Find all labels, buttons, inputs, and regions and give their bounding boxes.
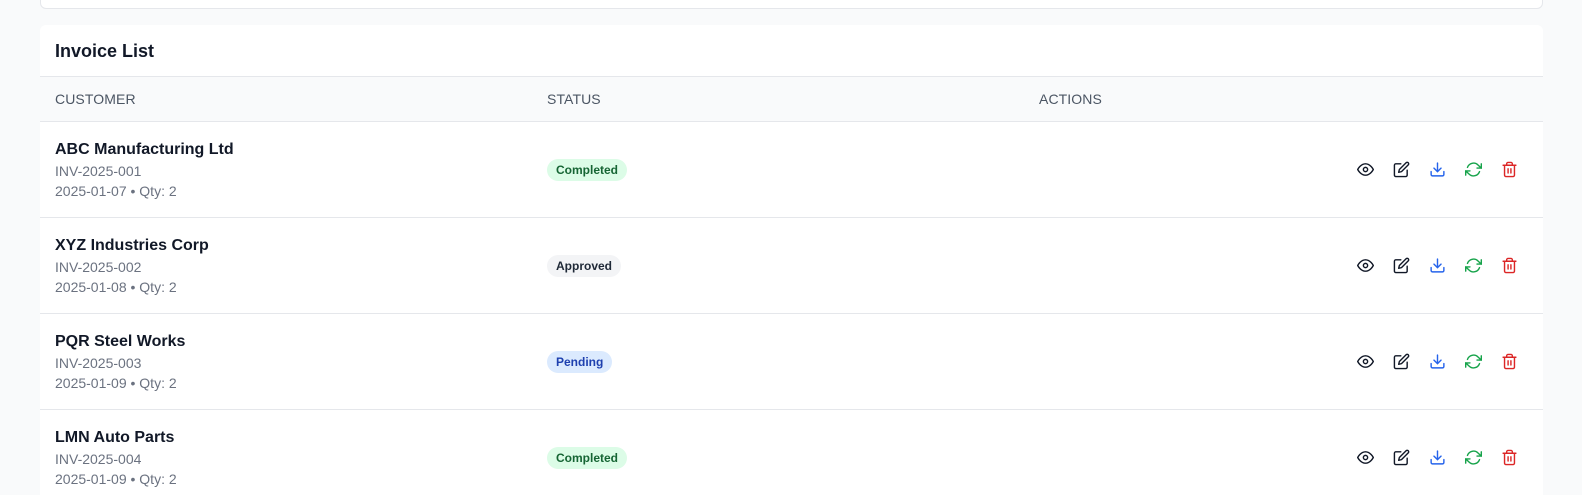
column-header-status: STATUS bbox=[547, 91, 601, 107]
refresh-button[interactable] bbox=[1463, 256, 1483, 276]
download-button[interactable] bbox=[1427, 256, 1447, 276]
status-cell: Completed bbox=[532, 158, 1024, 181]
edit-icon bbox=[1393, 353, 1410, 370]
refresh-icon bbox=[1464, 161, 1482, 178]
customer-cell: PQR Steel Works INV-2025-003 2025-01-09 • … bbox=[40, 331, 532, 393]
status-badge: Pending bbox=[547, 350, 613, 373]
status-cell: Approved bbox=[532, 254, 1024, 277]
customer-name: XYZ Industries Corp bbox=[55, 236, 209, 254]
download-button[interactable] bbox=[1427, 352, 1447, 372]
table-row: LMN Auto Parts INV-2025-004 2025-01-09 • Q… bbox=[40, 410, 1543, 495]
edit-button[interactable] bbox=[1391, 448, 1411, 468]
view-button[interactable] bbox=[1355, 352, 1375, 372]
customer-name: PQR Steel Works bbox=[55, 332, 186, 350]
invoice-meta: 2025-01-07 • Qty: 2 bbox=[55, 182, 177, 199]
eye-icon bbox=[1356, 353, 1374, 370]
customer-cell: XYZ Industries Corp INV-2025-002 2025-01-0… bbox=[40, 235, 532, 297]
trash-icon bbox=[1501, 353, 1518, 370]
customer-name: LMN Auto Parts bbox=[55, 428, 175, 446]
delete-button[interactable] bbox=[1499, 160, 1519, 180]
status-cell: Pending bbox=[532, 350, 1024, 373]
refresh-icon bbox=[1464, 257, 1482, 274]
table-row: PQR Steel Works INV-2025-003 2025-01-09 • … bbox=[40, 314, 1543, 410]
invoice-number: INV-2025-002 bbox=[55, 258, 142, 275]
actions-cell bbox=[1024, 256, 1543, 276]
table-header: CUSTOMER STATUS ACTIONS bbox=[40, 77, 1543, 122]
eye-icon bbox=[1356, 449, 1374, 466]
column-header-customer: CUSTOMER bbox=[55, 91, 136, 107]
download-icon bbox=[1429, 449, 1446, 466]
view-button[interactable] bbox=[1355, 448, 1375, 468]
refresh-icon bbox=[1464, 353, 1482, 370]
invoice-meta: 2025-01-08 • Qty: 2 bbox=[55, 278, 177, 295]
refresh-button[interactable] bbox=[1463, 448, 1483, 468]
edit-icon bbox=[1393, 257, 1410, 274]
actions-cell bbox=[1024, 352, 1543, 372]
invoice-list-panel: Invoice List CUSTOMER STATUS ACTIONS ABC… bbox=[40, 25, 1543, 495]
edit-icon bbox=[1393, 161, 1410, 178]
status-cell: Completed bbox=[532, 446, 1024, 469]
invoice-number: INV-2025-003 bbox=[55, 354, 142, 371]
refresh-button[interactable] bbox=[1463, 160, 1483, 180]
delete-button[interactable] bbox=[1499, 256, 1519, 276]
customer-cell: ABC Manufacturing Ltd INV-2025-001 2025-01… bbox=[40, 139, 532, 201]
edit-button[interactable] bbox=[1391, 256, 1411, 276]
invoice-number: INV-2025-001 bbox=[55, 162, 142, 179]
download-button[interactable] bbox=[1427, 448, 1447, 468]
status-badge: Approved bbox=[547, 254, 622, 277]
table-row: ABC Manufacturing Ltd INV-2025-001 2025-01… bbox=[40, 122, 1543, 218]
panel-header: Invoice List bbox=[40, 25, 1543, 77]
status-badge: Completed bbox=[547, 446, 628, 469]
view-button[interactable] bbox=[1355, 256, 1375, 276]
table-body: ABC Manufacturing Ltd INV-2025-001 2025-01… bbox=[40, 122, 1543, 495]
customer-cell: LMN Auto Parts INV-2025-004 2025-01-09 • Q… bbox=[40, 427, 532, 489]
trash-icon bbox=[1501, 449, 1518, 466]
invoice-meta: 2025-01-09 • Qty: 2 bbox=[55, 374, 177, 391]
download-icon bbox=[1429, 257, 1446, 274]
delete-button[interactable] bbox=[1499, 448, 1519, 468]
edit-icon bbox=[1393, 449, 1410, 466]
download-icon bbox=[1429, 161, 1446, 178]
eye-icon bbox=[1356, 161, 1374, 178]
download-icon bbox=[1429, 353, 1446, 370]
trash-icon bbox=[1501, 257, 1518, 274]
edit-button[interactable] bbox=[1391, 352, 1411, 372]
refresh-button[interactable] bbox=[1463, 352, 1483, 372]
filter-card bbox=[40, 0, 1543, 9]
edit-button[interactable] bbox=[1391, 160, 1411, 180]
column-header-actions: ACTIONS bbox=[1039, 91, 1102, 107]
actions-cell bbox=[1024, 160, 1543, 180]
table-row: XYZ Industries Corp INV-2025-002 2025-01-0… bbox=[40, 218, 1543, 314]
actions-cell bbox=[1024, 448, 1543, 468]
invoice-number: INV-2025-004 bbox=[55, 450, 142, 467]
download-button[interactable] bbox=[1427, 160, 1447, 180]
view-button[interactable] bbox=[1355, 160, 1375, 180]
invoice-meta: 2025-01-09 • Qty: 2 bbox=[55, 470, 177, 487]
page-title: Invoice List bbox=[55, 41, 155, 61]
trash-icon bbox=[1501, 161, 1518, 178]
status-badge: Completed bbox=[547, 158, 628, 181]
eye-icon bbox=[1356, 257, 1374, 274]
refresh-icon bbox=[1464, 449, 1482, 466]
customer-name: ABC Manufacturing Ltd bbox=[55, 140, 234, 158]
delete-button[interactable] bbox=[1499, 352, 1519, 372]
